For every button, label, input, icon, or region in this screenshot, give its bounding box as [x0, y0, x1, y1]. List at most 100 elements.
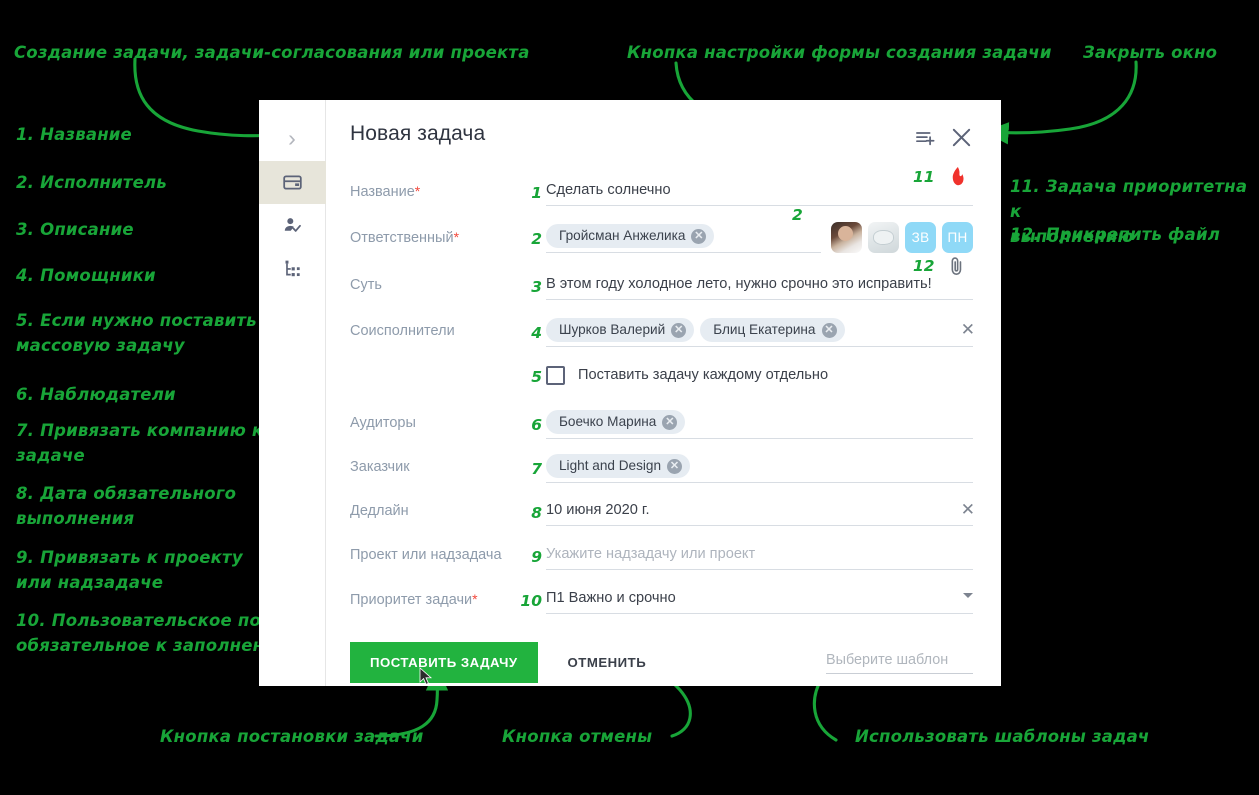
checkbox-label: Поставить задачу каждому отдельно: [578, 367, 829, 383]
annotation-cancel: Кнопка отмены: [502, 727, 653, 746]
field-underline[interactable]: В этом году холодное лето, нужно срочно …: [546, 270, 973, 300]
field-label: Ответственный*: [350, 229, 460, 246]
annotation-number: 6: [531, 416, 542, 434]
avatar-initials-zv[interactable]: ЗВ: [905, 222, 936, 253]
annotation-template: Использовать шаблоны задач: [855, 727, 1150, 746]
dialog-content: Новая задача 2 11 12 Название* 1 Сделать…: [326, 100, 1001, 686]
chip-remove-icon[interactable]: ✕: [671, 322, 687, 338]
required-asterisk: *: [472, 591, 478, 607]
dialog-sidebar-rail: ›: [258, 100, 326, 686]
field-value: П1 Важно и срочно: [546, 589, 676, 606]
clear-field-icon[interactable]: ✕: [961, 320, 975, 340]
annotation-top-right: Закрыть окно: [1083, 43, 1218, 62]
field-label: Дедлайн: [350, 503, 409, 519]
checkbox-row[interactable]: Поставить задачу каждому отдельно: [546, 360, 973, 390]
field-label: Название*: [350, 183, 421, 200]
annotation-item-3: 3. Описание: [16, 220, 134, 239]
form-settings-icon[interactable]: [915, 128, 937, 153]
field-underline[interactable]: Шурков Валерий ✕ Блиц Екатерина ✕: [546, 316, 973, 347]
annotation-number: 1: [531, 184, 542, 202]
chip-label: Light and Design: [559, 458, 662, 473]
annotation-top-left: Создание задачи, задачи-согласования или…: [14, 43, 530, 62]
field-label: Проект или надзадача: [350, 547, 502, 563]
field-value: 10 июня 2020 г.: [546, 501, 650, 518]
chip[interactable]: Light and Design ✕: [546, 454, 691, 478]
field-underline[interactable]: П1 Важно и срочно: [546, 584, 973, 614]
mouse-cursor: [419, 667, 433, 685]
field-wrapper: Гройсман Анжелика ✕: [546, 222, 821, 253]
annotation-item-11: 11. Задача приоритетна к выполнению: [1010, 177, 1248, 246]
chip[interactable]: Гройсман Анжелика ✕: [546, 224, 715, 248]
field-label: Аудиторы: [350, 415, 416, 431]
field-wrapper: 10 июня 2020 г. ✕: [546, 496, 975, 526]
field-label: Суть: [350, 277, 382, 293]
field-wrapper: Шурков Валерий ✕ Блиц Екатерина ✕ ✕: [546, 316, 975, 347]
field-placeholder: Укажите надзадачу или проект: [546, 545, 756, 562]
field-wrapper: Укажите надзадачу или проект: [546, 540, 973, 570]
field-underline[interactable]: Укажите надзадачу или проект: [546, 540, 973, 570]
field-underline[interactable]: Light and Design ✕: [546, 452, 973, 483]
template-select-input[interactable]: Выберите шаблон: [826, 652, 973, 674]
annotation-number: 3: [531, 278, 542, 296]
sidebar-item-task-card[interactable]: [258, 161, 326, 204]
field-wrapper: В этом году холодное лето, нужно срочно …: [546, 270, 973, 300]
form-row: Соисполнители 4 Шурков Валерий ✕ Блиц Екатер…: [350, 316, 975, 348]
chip[interactable]: Шурков Валерий ✕: [546, 318, 695, 342]
form-row: Аудиторы 6 Боечко Марина ✕: [350, 408, 973, 440]
annotation-number: 4: [531, 324, 542, 342]
avatar-photo-2[interactable]: [868, 222, 899, 253]
annotation-item-5: 5. Если нужно поставить массовую задачу: [16, 311, 257, 355]
chevron-down-icon[interactable]: [963, 593, 973, 598]
field-underline[interactable]: Сделать солнечно: [546, 176, 973, 206]
annotation-item-12: 12. Прикрепить файл: [1010, 225, 1221, 244]
field-label: [350, 360, 516, 367]
field-wrapper: Поставить задачу каждому отдельно: [546, 360, 973, 390]
field-underline[interactable]: Боечко Марина ✕: [546, 408, 973, 439]
annotation-item-10: 10. Пользовательское поле, обязательное …: [16, 611, 293, 655]
inline-number-priority: 11: [913, 168, 935, 186]
avatar-photo-1[interactable]: [831, 222, 862, 253]
chip-remove-icon[interactable]: ✕: [667, 458, 683, 474]
annotation-top-center: Кнопка настройки формы создания задачи: [627, 43, 1052, 62]
form-row: Проект или надзадача 9 Укажите надзадачу и…: [350, 540, 973, 572]
chevron-right-icon[interactable]: ›: [259, 118, 326, 161]
submit-task-button[interactable]: ПОСТАВИТЬ ЗАДАЧУ: [350, 642, 538, 683]
sidebar-item-hierarchy[interactable]: [259, 247, 326, 290]
chip-label: Шурков Валерий: [559, 322, 666, 337]
task-card-icon: [282, 172, 303, 193]
chip-remove-icon[interactable]: ✕: [691, 228, 707, 244]
form-row: Название* 1 Сделать солнечно: [350, 176, 973, 208]
required-asterisk: *: [453, 229, 460, 245]
annotation-item-1: 1. Название: [16, 125, 132, 144]
close-icon[interactable]: [950, 126, 973, 154]
annotation-number: 5: [531, 368, 542, 386]
annotation-number: 9: [531, 548, 542, 566]
annotation-item-7: 7. Привязать компанию к задаче: [16, 421, 264, 465]
form-row: 5 Поставить задачу каждому отдельно: [350, 360, 973, 392]
clear-field-icon[interactable]: ✕: [961, 500, 975, 520]
form-row: Суть 3 В этом году холодное лето, нужно ср…: [350, 270, 973, 302]
form-row: Заказчик 7 Light and Design ✕: [350, 452, 973, 484]
sidebar-item-person-check[interactable]: [259, 204, 326, 247]
new-task-dialog: › Новая задача 2 11 12 Название* 1 Сдела…: [258, 100, 1001, 686]
cancel-button[interactable]: ОТМЕНИТЬ: [562, 654, 653, 671]
annotation-item-4: 4. Помощники: [16, 266, 156, 285]
assignee-avatars: ЗВ ПН: [831, 222, 973, 256]
form-row: Приоритет задачи* 10 П1 Важно и срочно: [350, 584, 973, 616]
chip[interactable]: Боечко Марина ✕: [546, 410, 686, 434]
form-row: Ответственный* 2 Гройсман Анжелика ✕ ЗВ ПН: [350, 222, 973, 256]
field-wrapper: Light and Design ✕: [546, 452, 973, 483]
chip[interactable]: Блиц Екатерина ✕: [700, 318, 845, 342]
form-row: Дедлайн 8 10 июня 2020 г. ✕: [350, 496, 975, 528]
field-wrapper: Боечко Марина ✕: [546, 408, 973, 439]
checkbox-input[interactable]: [546, 365, 565, 385]
chip-remove-icon[interactable]: ✕: [821, 322, 837, 338]
field-underline[interactable]: Гройсман Анжелика ✕: [546, 222, 821, 253]
field-underline[interactable]: 10 июня 2020 г.: [546, 496, 973, 526]
chip-remove-icon[interactable]: ✕: [662, 414, 678, 430]
hierarchy-tree-icon: [282, 258, 303, 279]
avatar-initials-pn[interactable]: ПН: [942, 222, 973, 253]
person-check-icon: [282, 215, 303, 236]
task-form: Название* 1 Сделать солнечно Ответственный*…: [350, 176, 975, 616]
annotation-number: 10: [520, 592, 542, 610]
